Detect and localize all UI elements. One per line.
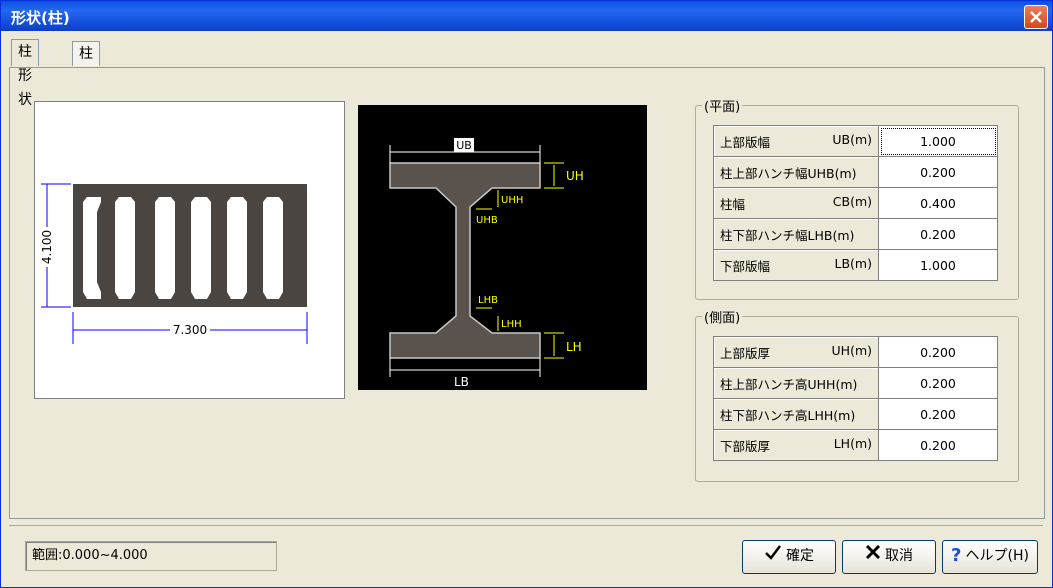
value-cell-lhh[interactable]: 0.200 — [878, 398, 998, 430]
value-cell-uhh[interactable]: 0.200 — [878, 367, 998, 399]
plane-table: 上部版幅 UB(m) 1.000 柱上部ハンチ幅UHB(m) 0.200 柱幅 CB… — [713, 125, 998, 281]
value-cell-lhb[interactable]: 0.200 — [878, 218, 998, 250]
column-shape-drawing: UB UH UHH UHB LHB LHH LH LB — [389, 138, 584, 389]
label-lhh: LHH — [501, 319, 522, 330]
range-status: 範囲:0.000~4.000 — [25, 541, 277, 571]
table-row: 上部版幅 UB(m) 1.000 — [713, 125, 998, 157]
table-row: 柱上部ハンチ幅UHB(m) 0.200 — [713, 156, 998, 188]
section-preview: 7.300 4.100 — [34, 101, 345, 399]
value-cell-cb[interactable]: 0.400 — [878, 187, 998, 219]
height-label: 4.100 — [40, 230, 54, 264]
check-icon — [764, 541, 782, 571]
label-uhb: UHB — [476, 215, 498, 226]
row-label: 下部版厚 LH(m) — [713, 429, 879, 461]
label-ub: UB — [456, 139, 472, 152]
row-label: 柱下部ハンチ高LHH(m) — [713, 398, 879, 430]
value-cell-uh[interactable]: 0.200 — [878, 336, 998, 368]
label-uh: UH — [566, 169, 584, 183]
question-icon: ? — [951, 545, 962, 566]
tab-column-data-count[interactable]: 柱データ数 — [72, 41, 100, 158]
close-icon — [1030, 11, 1042, 23]
table-row: 柱上部ハンチ高UHH(m) 0.200 — [713, 367, 998, 399]
column-shape-preview: UB UH UHH UHB LHB LHH LH LB — [358, 105, 647, 390]
plane-group-title: (平面) — [702, 96, 743, 115]
title-bar[interactable]: 形状(柱) — [1, 1, 1052, 31]
tab-column-shape[interactable]: 柱形状 — [11, 39, 39, 108]
row-label: 柱幅 CB(m) — [713, 187, 879, 219]
row-label: 上部版幅 UB(m) — [713, 125, 879, 157]
ok-button[interactable]: 確定 — [742, 540, 836, 574]
label-uhh: UHH — [501, 195, 523, 206]
dialog-window: 形状(柱) 柱形状 柱データ数 7.300 — [0, 0, 1053, 588]
cancel-button[interactable]: 取消 — [842, 540, 936, 574]
side-group-title: (側面) — [702, 307, 743, 326]
value-cell-ub[interactable]: 1.000 — [878, 125, 998, 157]
table-row: 柱下部ハンチ高LHH(m) 0.200 — [713, 398, 998, 430]
label-lb: LB — [454, 375, 469, 389]
width-label: 7.300 — [173, 323, 207, 337]
culvert-section-drawing: 7.300 4.100 — [40, 183, 308, 344]
table-row: 柱幅 CB(m) 0.400 — [713, 187, 998, 219]
value-cell-uhb[interactable]: 0.200 — [878, 156, 998, 188]
table-row: 下部版幅 LB(m) 1.000 — [713, 249, 998, 281]
row-label: 下部版幅 LB(m) — [713, 249, 879, 281]
row-label: 柱下部ハンチ幅LHB(m) — [713, 218, 879, 250]
row-label: 上部版厚 UH(m) — [713, 336, 879, 368]
x-icon — [865, 541, 881, 571]
table-row: 上部版厚 UH(m) 0.200 — [713, 336, 998, 368]
separator — [9, 525, 1043, 526]
label-lhb: LHB — [478, 295, 498, 306]
table-row: 柱下部ハンチ幅LHB(m) 0.200 — [713, 218, 998, 250]
table-row: 下部版厚 LH(m) 0.200 — [713, 429, 998, 461]
label-lh: LH — [566, 340, 582, 354]
row-label: 柱上部ハンチ高UHH(m) — [713, 367, 879, 399]
value-cell-lb[interactable]: 1.000 — [878, 249, 998, 281]
close-button[interactable] — [1024, 5, 1048, 29]
window-title: 形状(柱) — [11, 9, 70, 27]
help-button[interactable]: ? ヘルプ(H) — [942, 540, 1038, 574]
side-table: 上部版厚 UH(m) 0.200 柱上部ハンチ高UHH(m) 0.200 柱下部ハ… — [713, 336, 998, 461]
value-cell-lh[interactable]: 0.200 — [878, 429, 998, 461]
row-label: 柱上部ハンチ幅UHB(m) — [713, 156, 879, 188]
